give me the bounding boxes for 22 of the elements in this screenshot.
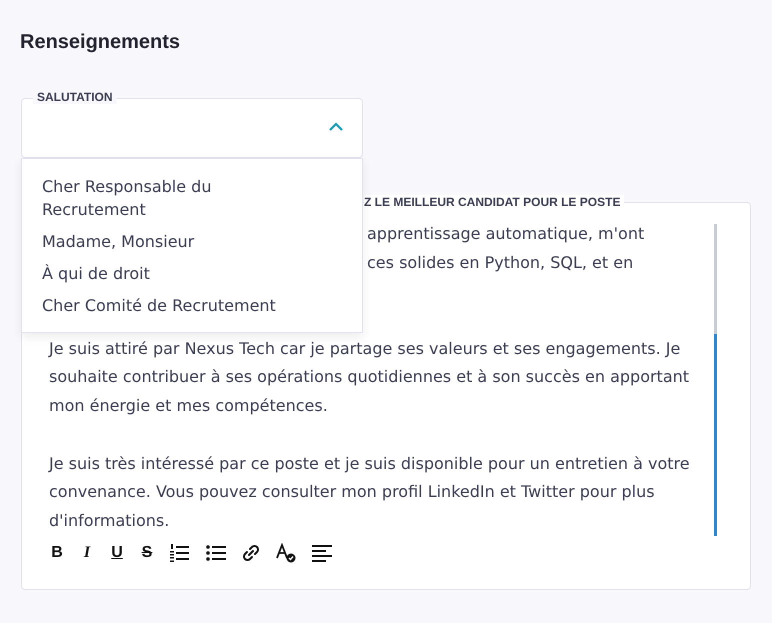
italic-button[interactable]: I [79,544,95,562]
letter-paragraph: Je suis très intéressé par ce poste et je suis disponible pour un entretien à votre convenance. Vous pouvez consulter mon profil LinkedIn et Twitter pour plus d'informations. [49,452,691,532]
bullet-list-icon[interactable] [205,543,227,563]
scrollbar[interactable] [714,224,717,536]
dropdown-option[interactable]: À qui de droit [22,260,362,292]
underline-button[interactable]: U [109,544,125,562]
spellcheck-icon[interactable] [275,543,297,563]
numbered-list-icon[interactable] [169,543,191,563]
link-icon[interactable] [241,543,261,563]
bold-button[interactable]: B [49,544,65,562]
dropdown-option[interactable]: Madame, Monsieur [22,228,362,260]
section-title: Renseignements [20,30,182,55]
letter-text-line: apprentissage automatique, m'ont [367,224,644,243]
chevron-up-icon [328,121,344,131]
align-left-icon[interactable] [311,543,333,563]
letter-text-line: ces solides en Python, SQL, et en [367,252,634,272]
field-label: SALUTATION [33,90,117,104]
dropdown-option[interactable]: Cher Responsable du Recrutement [22,173,262,228]
strike-button[interactable]: S [139,544,155,562]
letter-paragraph: Je suis attiré par Nexus Tech car je partage ses valeurs et ses engagements. Je souhaite contribuer à ses opérations quotidiennes et à son succès en apportant mon énergie et mes compétences. [49,338,690,418]
dropdown-option[interactable]: Cher Comité de Recrutement [22,292,362,324]
field-label: Z LE MEILLEUR CANDIDAT POUR LE POSTE [364,195,624,209]
